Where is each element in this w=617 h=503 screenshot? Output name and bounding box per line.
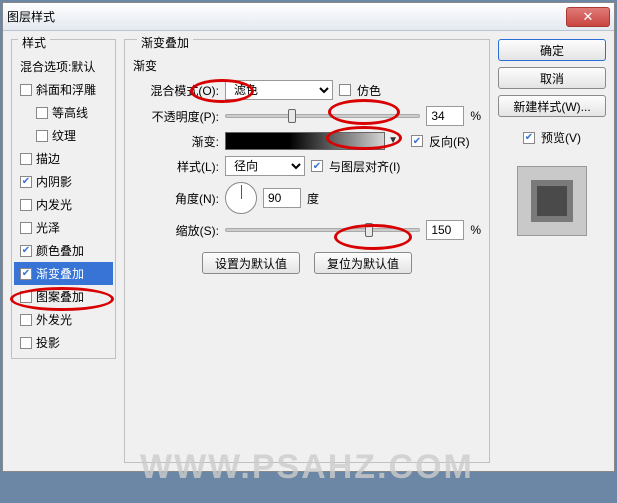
opacity-row: 不透明度(P): %: [133, 106, 481, 126]
style-item[interactable]: 等高线: [14, 101, 113, 124]
style-item[interactable]: ✔ 颜色叠加: [14, 239, 113, 262]
style-checkbox[interactable]: [20, 84, 32, 96]
scale-slider[interactable]: [225, 228, 420, 232]
blend-options-item[interactable]: 混合选项:默认: [14, 55, 113, 78]
style-item[interactable]: 描边: [14, 147, 113, 170]
set-default-button[interactable]: 设置为默认值: [202, 252, 300, 274]
align-label: 与图层对齐(I): [329, 158, 400, 175]
dither-label: 仿色: [357, 82, 381, 99]
opacity-input[interactable]: [426, 106, 464, 126]
style-checkbox[interactable]: [20, 314, 32, 326]
style-select[interactable]: 径向: [225, 156, 305, 176]
preview-checkbox[interactable]: ✔: [523, 132, 535, 144]
style-label: 样式(L):: [133, 158, 219, 175]
dither-checkbox[interactable]: [339, 84, 351, 96]
opacity-slider[interactable]: [225, 114, 420, 118]
reset-default-button[interactable]: 复位为默认值: [314, 252, 412, 274]
style-checkbox[interactable]: [20, 222, 32, 234]
style-checkbox[interactable]: [20, 199, 32, 211]
blend-mode-row: 混合模式(O): 滤色 仿色: [133, 80, 481, 100]
gradient-swatch[interactable]: [225, 132, 385, 150]
cancel-button[interactable]: 取消: [498, 67, 606, 89]
style-checkbox[interactable]: [36, 130, 48, 142]
gradient-label: 渐变:: [133, 133, 219, 150]
angle-unit: 度: [307, 190, 319, 207]
close-button[interactable]: ✕: [566, 7, 610, 27]
style-row: 样式(L): 径向 ✔ 与图层对齐(I): [133, 156, 481, 176]
style-label: 斜面和浮雕: [36, 81, 96, 98]
styles-panel: 样式 混合选项:默认斜面和浮雕等高线纹理描边✔内阴影内发光光泽✔颜色叠加✔渐变叠…: [11, 39, 116, 463]
style-label: 投影: [36, 334, 60, 351]
style-label: 渐变叠加: [36, 265, 84, 282]
scale-unit: %: [470, 223, 481, 237]
style-checkbox[interactable]: ✔: [20, 176, 32, 188]
style-item[interactable]: 图案叠加: [14, 285, 113, 308]
style-item[interactable]: 内发光: [14, 193, 113, 216]
style-label: 纹理: [52, 127, 76, 144]
styles-heading: 样式: [18, 34, 50, 51]
angle-row: 角度(N): 度: [133, 182, 481, 214]
scale-row: 缩放(S): %: [133, 220, 481, 240]
style-label: 描边: [36, 150, 60, 167]
style-item[interactable]: 外发光: [14, 308, 113, 331]
style-label: 内发光: [36, 196, 72, 213]
style-checkbox[interactable]: ✔: [20, 245, 32, 257]
titlebar[interactable]: 图层样式 ✕: [3, 3, 614, 31]
style-item[interactable]: 投影: [14, 331, 113, 354]
style-item[interactable]: ✔ 内阴影: [14, 170, 113, 193]
style-checkbox[interactable]: [20, 337, 32, 349]
style-label: 内阴影: [36, 173, 72, 190]
style-label: 图案叠加: [36, 288, 84, 305]
style-item[interactable]: 光泽: [14, 216, 113, 239]
style-item[interactable]: 纹理: [14, 124, 113, 147]
style-checkbox[interactable]: [36, 107, 48, 119]
blend-mode-select[interactable]: 滤色: [225, 80, 333, 100]
style-checkbox[interactable]: [20, 291, 32, 303]
angle-label: 角度(N):: [133, 190, 219, 207]
style-item[interactable]: ✔ 渐变叠加: [14, 262, 113, 285]
preview-label: 预览(V): [541, 129, 581, 146]
reverse-label: 反向(R): [429, 133, 470, 150]
ok-button[interactable]: 确定: [498, 39, 606, 61]
scale-input[interactable]: [426, 220, 464, 240]
preview-thumbnail: [517, 166, 587, 236]
section-title: 渐变叠加: [137, 34, 193, 51]
gradient-row: 渐变: ✔ 反向(R): [133, 132, 481, 150]
style-item[interactable]: 斜面和浮雕: [14, 78, 113, 101]
opacity-label: 不透明度(P):: [133, 108, 219, 125]
angle-input[interactable]: [263, 188, 301, 208]
style-label: 外发光: [36, 311, 72, 328]
options-panel: 渐变叠加 渐变 混合模式(O): 滤色 仿色 不透明度(P): %: [124, 39, 490, 463]
blend-mode-label: 混合模式(O):: [133, 82, 219, 99]
style-label: 光泽: [36, 219, 60, 236]
reverse-checkbox[interactable]: ✔: [411, 135, 423, 147]
new-style-button[interactable]: 新建样式(W)...: [498, 95, 606, 117]
sub-title: 渐变: [133, 59, 157, 73]
style-label: 颜色叠加: [36, 242, 84, 259]
style-checkbox[interactable]: [20, 153, 32, 165]
action-panel: 确定 取消 新建样式(W)... ✔ 预览(V): [498, 39, 606, 463]
window-title: 图层样式: [7, 8, 566, 25]
style-label: 等高线: [52, 104, 88, 121]
opacity-unit: %: [470, 109, 481, 123]
angle-dial[interactable]: [225, 182, 257, 214]
style-checkbox[interactable]: ✔: [20, 268, 32, 280]
scale-label: 缩放(S):: [133, 222, 219, 239]
align-checkbox[interactable]: ✔: [311, 160, 323, 172]
layer-style-dialog: 图层样式 ✕ 样式 混合选项:默认斜面和浮雕等高线纹理描边 ✔ 内阴影内发光光泽 ✔ 颜…: [2, 2, 615, 472]
